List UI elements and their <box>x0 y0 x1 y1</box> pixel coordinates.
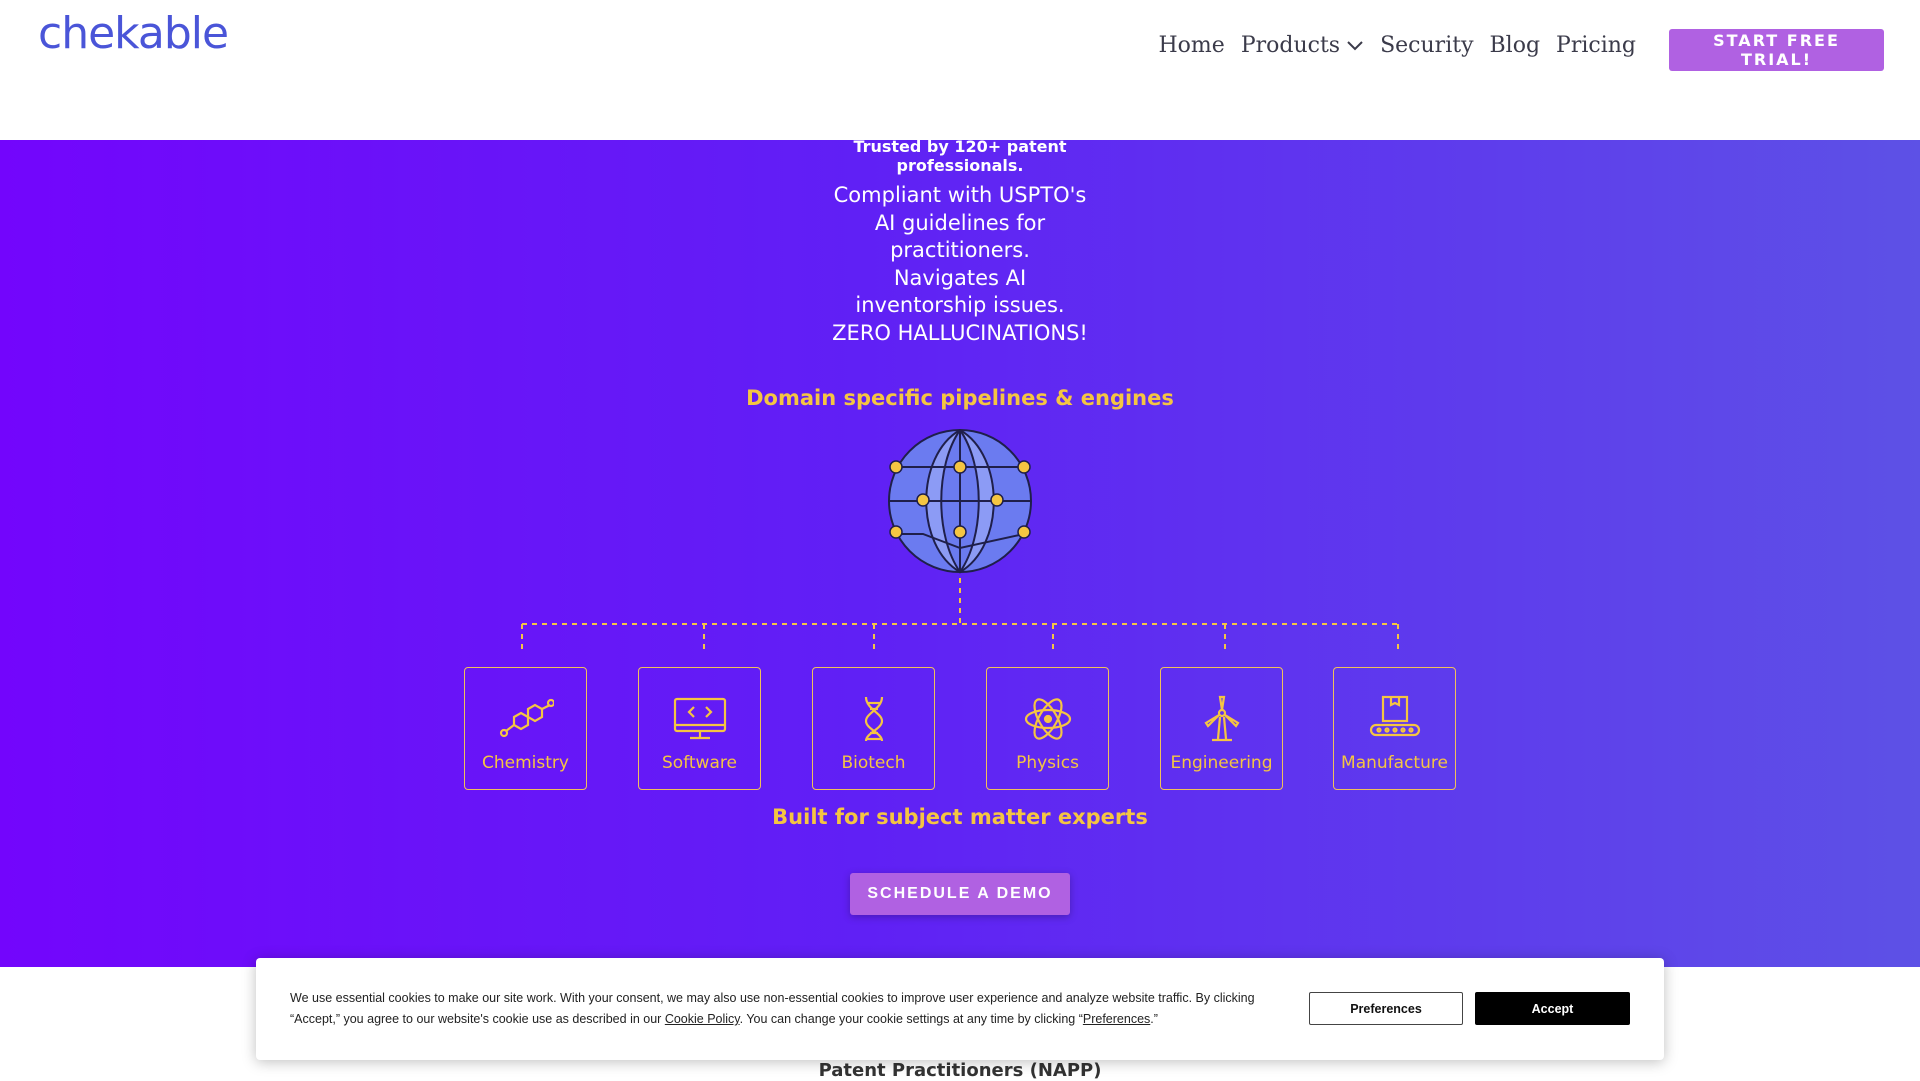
cookie-policy-link[interactable]: Cookie Policy <box>665 1012 740 1026</box>
trusted-text: Trusted by 120+ patent professionals. <box>853 137 1067 175</box>
domain-label: Chemistry <box>482 753 569 773</box>
main-nav: Home Products Security Blog Pricing <box>1159 33 1637 58</box>
chevron-down-icon <box>1347 40 1363 50</box>
wind-turbine-icon <box>1203 695 1240 742</box>
atom-icon <box>1024 698 1071 740</box>
domain-label: Software <box>662 753 737 773</box>
nav-pricing[interactable]: Pricing <box>1556 33 1636 58</box>
conveyor-box-icon <box>1369 695 1420 737</box>
built-for-experts-title: Built for subject matter experts <box>772 805 1148 829</box>
cookie-text-part: .” <box>1150 1012 1158 1026</box>
nav-security[interactable]: Security <box>1380 33 1473 58</box>
dna-icon <box>864 696 883 742</box>
domain-label: Physics <box>1016 753 1079 773</box>
schedule-demo-button[interactable]: SCHEDULE A DEMO <box>850 873 1070 915</box>
napp-heading: Patent Practitioners (NAPP) <box>818 1060 1102 1081</box>
nav-home[interactable]: Home <box>1159 33 1225 58</box>
domain-card-biotech[interactable]: Biotech <box>812 667 935 790</box>
start-free-trial-button[interactable]: START FREE TRIAL! <box>1669 29 1884 71</box>
cookie-banner: We use essential cookies to make our sit… <box>256 958 1664 1060</box>
cookie-text: We use essential cookies to make our sit… <box>290 988 1260 1030</box>
domain-card-manufacture[interactable]: Manufacture <box>1333 667 1456 790</box>
domain-card-software[interactable]: Software <box>638 667 761 790</box>
cookie-text-part: . You can change your cookie settings at… <box>739 1012 1083 1026</box>
preferences-button[interactable]: Preferences <box>1309 992 1463 1025</box>
domain-label: Engineering <box>1170 753 1273 773</box>
site-header: chekable Home Products Security Blog Pri… <box>0 0 1920 140</box>
domain-card-physics[interactable]: Physics <box>986 667 1109 790</box>
domain-label: Manufacture <box>1341 753 1448 773</box>
nav-blog[interactable]: Blog <box>1490 33 1541 58</box>
domain-card-chemistry[interactable]: Chemistry <box>464 667 587 790</box>
preferences-link[interactable]: Preferences <box>1083 1012 1150 1026</box>
code-monitor-icon <box>673 697 726 740</box>
accept-button[interactable]: Accept <box>1475 992 1630 1025</box>
domain-card-engineering[interactable]: Engineering <box>1160 667 1283 790</box>
molecule-icon <box>499 698 554 738</box>
nav-products[interactable]: Products <box>1241 33 1364 58</box>
logo[interactable]: chekable <box>38 8 229 59</box>
domain-label: Biotech <box>841 753 906 773</box>
nav-products-label: Products <box>1240 33 1341 58</box>
